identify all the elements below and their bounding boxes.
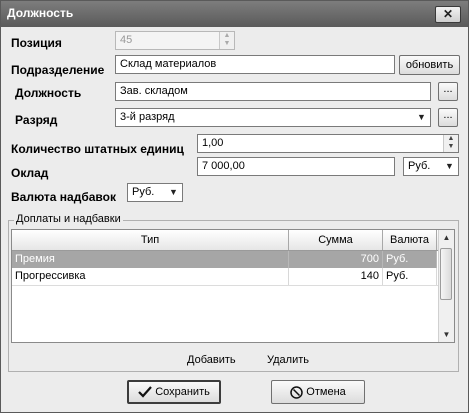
cancel-label: Отмена	[306, 386, 346, 398]
window-title: Должность	[7, 6, 74, 20]
job-field[interactable]: Зав. складом	[115, 82, 431, 101]
allowances-group-title: Доплаты и надбавки	[14, 213, 123, 225]
salary-label: Оклад	[11, 166, 49, 180]
job-value: Зав. складом	[120, 85, 188, 97]
dialog-window: Должность ✕ Позиция 45 ▲ ▼ Подразделение …	[0, 0, 469, 413]
staff-units-spinner[interactable]: ▲ ▼	[443, 135, 458, 152]
department-label: Подразделение	[11, 63, 105, 77]
chevron-down-icon[interactable]: ▼	[166, 185, 181, 200]
add-allowance-button[interactable]: Добавить	[187, 354, 236, 366]
scroll-up-icon[interactable]: ▲	[439, 230, 454, 245]
save-label: Сохранить	[155, 386, 210, 398]
table-scrollbar[interactable]: ▲ ▼	[438, 230, 454, 342]
column-header-currency[interactable]: Валюта	[383, 230, 437, 250]
job-label: Должность	[15, 86, 82, 100]
department-field[interactable]: Склад материалов	[115, 55, 395, 74]
close-icon: ✕	[442, 7, 454, 21]
cancel-button[interactable]: Отмена	[271, 380, 365, 404]
grade-value: 3-й разряд	[120, 111, 175, 123]
salary-currency-value: Руб.	[408, 160, 431, 172]
title-bar[interactable]: Должность ✕	[1, 1, 468, 27]
table-row[interactable]: Прогрессивка 140 Руб.	[12, 268, 440, 286]
column-header-type[interactable]: Тип	[12, 230, 289, 250]
salary-field[interactable]: 7 000,00	[197, 157, 395, 176]
staff-units-label: Количество штатных единиц	[11, 142, 184, 156]
delete-allowance-button[interactable]: Удалить	[267, 354, 309, 366]
scroll-thumb[interactable]	[440, 248, 452, 300]
bonus-currency-label: Валюта надбавок	[11, 190, 116, 204]
table-header: Тип Сумма Валюта	[12, 230, 440, 251]
cell-amount: 700	[289, 251, 383, 268]
cell-type: Премия	[12, 251, 289, 268]
chevron-down-icon[interactable]: ▼	[442, 159, 457, 174]
refresh-button[interactable]: обновить	[399, 55, 460, 75]
department-value: Склад материалов	[120, 58, 217, 70]
table-row[interactable]: Премия 700 Руб.	[12, 251, 440, 268]
position-value: 45	[120, 34, 133, 46]
cancel-icon	[290, 385, 303, 399]
grade-select[interactable]: 3-й разряд ▼	[115, 108, 431, 127]
chevron-down-icon[interactable]: ▼	[414, 110, 429, 125]
grade-label: Разряд	[15, 113, 58, 127]
cell-type: Прогрессивка	[12, 268, 289, 285]
grade-browse-button[interactable]: ...	[438, 108, 458, 127]
close-button[interactable]: ✕	[435, 6, 461, 23]
bonus-currency-value: Руб.	[132, 186, 155, 198]
job-browse-button[interactable]: ...	[438, 82, 458, 101]
checkmark-icon	[138, 386, 152, 398]
position-field: 45 ▲ ▼	[115, 31, 235, 50]
salary-value: 7 000,00	[202, 160, 245, 172]
cell-amount: 140	[289, 268, 383, 285]
position-spinner: ▲ ▼	[219, 32, 234, 49]
salary-currency-select[interactable]: Руб. ▼	[403, 157, 459, 176]
position-label: Позиция	[11, 36, 62, 50]
allowances-table[interactable]: Тип Сумма Валюта Премия 700 Руб. Прогрес…	[11, 229, 455, 343]
staff-units-value: 1,00	[202, 137, 224, 149]
save-button[interactable]: Сохранить	[127, 380, 221, 404]
staff-units-field[interactable]: 1,00 ▲ ▼	[197, 134, 459, 153]
bonus-currency-select[interactable]: Руб. ▼	[127, 183, 183, 202]
column-header-amount[interactable]: Сумма	[289, 230, 383, 250]
cell-currency: Руб.	[383, 251, 437, 268]
cell-currency: Руб.	[383, 268, 437, 285]
scroll-down-icon[interactable]: ▼	[439, 327, 454, 342]
